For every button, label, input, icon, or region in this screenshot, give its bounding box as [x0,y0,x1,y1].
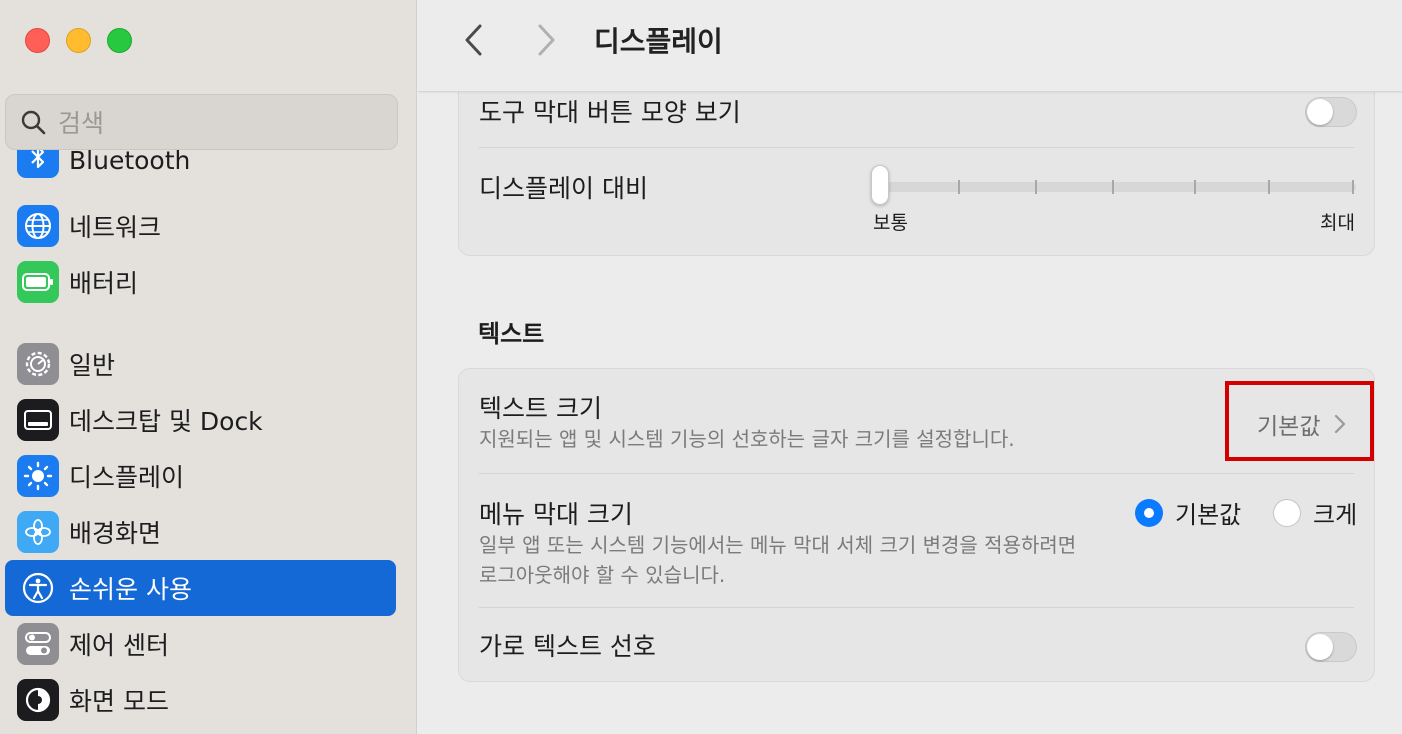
sidebar-item-control-center[interactable]: 제어 센터 [5,616,396,672]
sidebar-item-label: Bluetooth [69,150,191,175]
contrast-slider-handle[interactable] [871,165,889,205]
radio-label: 크게 [1313,501,1358,529]
text-settings-card: 텍스트 크기 지원되는 앱 및 시스템 기능의 선호하는 글자 크기를 설정합니… [458,368,1375,682]
sidebar-item-network[interactable]: 네트워크 [5,198,396,254]
toolbar-button-shapes-label: 도구 막대 버튼 모양 보기 [479,98,741,127]
text-size-description: 지원되는 앱 및 시스템 기능의 선호하는 글자 크기를 설정합니다. [479,427,1015,451]
sidebar-item-label: 화면 모드 [69,687,169,716]
sidebar-item-wallpaper[interactable]: 배경화면 [5,504,396,560]
sidebar-item-label: 배터리 [69,269,139,298]
text-section-title: 텍스트 [478,320,545,348]
menu-bar-size-description-line2: 로그아웃해야 할 수 있습니다. [479,563,726,587]
sidebar-item-battery[interactable]: 배터리 [5,254,396,310]
slider-tick [1035,180,1037,194]
divider [479,473,1354,474]
sidebar-item-appearance[interactable]: 화면 모드 [5,672,396,728]
contrast-max-label: 최대 [1320,212,1355,234]
sidebar-item-displays[interactable]: 디스플레이 [5,448,396,504]
slider-tick [1268,180,1270,194]
slider-tick [1112,180,1114,194]
close-button[interactable] [25,28,50,53]
divider [479,607,1354,608]
contrast-slider-track[interactable] [874,182,1356,192]
search-field[interactable]: 검색 [5,94,398,150]
search-icon [21,110,46,135]
zoom-button[interactable] [107,28,132,53]
menu-bar-size-description-line1: 일부 앱 또는 시스템 기능에서는 메뉴 막대 서체 크기 변경을 적용하려면 [479,533,1077,557]
globe-icon [17,205,59,247]
window-controls [25,28,132,53]
radio-selected-icon [1135,498,1163,527]
radio-label: 기본값 [1175,501,1242,529]
gear-icon [17,343,59,385]
sidebar-item-label: 배경화면 [69,519,162,548]
appearance-icon [17,679,59,721]
radio-unselected-icon [1273,498,1301,527]
main-content: 도구 막대 버튼 모양 보기 디스플레이 대비 보통 최대 텍스트 텍스트 크기… [418,0,1402,734]
sun-icon [17,455,59,497]
battery-icon [17,261,59,303]
search-placeholder: 검색 [58,109,105,138]
sidebar-item-bluetooth[interactable]: Bluetooth [5,150,396,186]
contrast-min-label: 보통 [873,212,908,234]
menu-bar-size-label: 메뉴 막대 크기 [479,500,633,529]
sidebar-item-label: 제어 센터 [69,631,169,660]
toolbar-button-shapes-toggle[interactable] [1305,97,1357,127]
page-title: 디스플레이 [594,25,723,58]
sidebar: 검색 Bluetooth 네트워크 배터리 일반 데스크탑 및 Dock 디스플… [0,0,417,734]
toolbar: 디스플레이 [418,0,1402,92]
bluetooth-icon [17,150,59,178]
slider-tick [958,180,960,194]
dock-icon [17,399,59,441]
menu-bar-size-large-radio[interactable]: 크게 [1273,495,1357,530]
slider-tick [1352,180,1354,194]
prefer-horizontal-text-toggle[interactable] [1305,632,1357,662]
back-button[interactable] [462,22,486,58]
sidebar-item-label: 손쉬운 사용 [69,575,192,604]
divider [479,147,1354,148]
menu-bar-size-default-radio[interactable]: 기본값 [1135,495,1241,530]
sidebar-item-accessibility[interactable]: 손쉬운 사용 [5,560,396,616]
sidebar-item-label: 디스플레이 [69,463,185,492]
text-size-label: 텍스트 크기 [479,394,602,423]
sidebar-item-label: 일반 [69,351,116,380]
display-contrast-label: 디스플레이 대비 [479,174,648,203]
control-center-icon [17,623,59,665]
flower-icon [17,511,59,553]
minimize-button[interactable] [66,28,91,53]
accessibility-icon [17,567,59,609]
slider-tick [1194,180,1196,194]
sidebar-item-desktop-dock[interactable]: 데스크탑 및 Dock [5,392,396,448]
highlight-box [1225,381,1374,461]
sidebar-item-label: 데스크탑 및 Dock [69,407,263,436]
prefer-horizontal-text-label: 가로 텍스트 선호 [479,632,656,661]
sidebar-item-label: 네트워크 [69,213,162,242]
forward-button[interactable] [534,22,558,58]
sidebar-item-general[interactable]: 일반 [5,336,396,392]
